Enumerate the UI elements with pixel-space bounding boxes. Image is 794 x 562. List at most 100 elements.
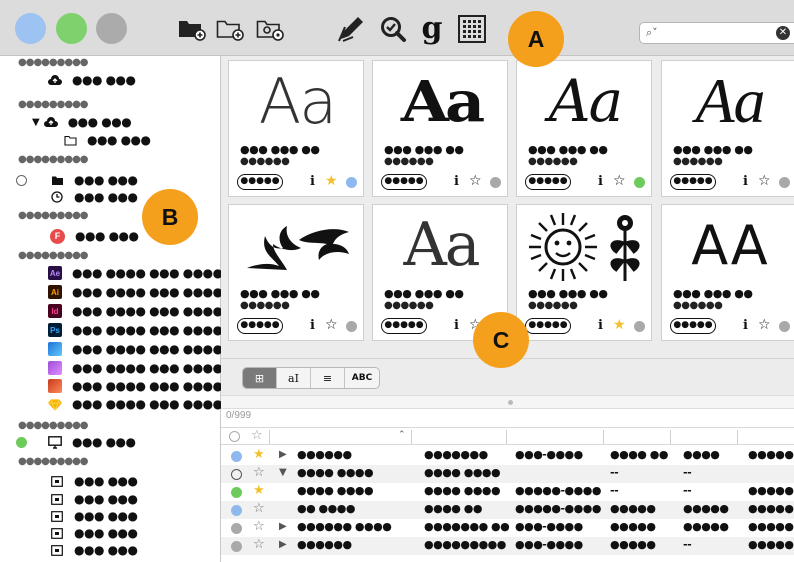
favorite-star-icon[interactable]: ☆ (758, 317, 771, 333)
table-row[interactable]: ☆ ●● ●●●● ●●●● ●● ●●●●●-●●●● ●●●●● ●●●●● ●●●●● (221, 501, 794, 519)
sidebar-item[interactable]: ●●● ●●● (48, 434, 136, 450)
activation-dot[interactable] (231, 487, 242, 498)
favorite-star-icon[interactable]: ★ (325, 173, 338, 189)
add-folder-button[interactable] (215, 14, 245, 44)
font-card[interactable]: Aa ●●● ●●● ●● ●●●●●● ●●●●● i ☆ (661, 60, 794, 197)
favorite-star-icon[interactable]: ★ (613, 317, 626, 333)
active-status-dot[interactable] (16, 437, 27, 448)
sidebar-item[interactable]: Ae ●●● ●●●● ●●● ●●●● (48, 265, 223, 281)
table-row[interactable]: ☆ ▼ ●●●● ●●●● ●●●● ●●●● -- -- (221, 465, 794, 483)
styles-pill-button[interactable]: ●●●●● (525, 318, 571, 334)
sidebar-item[interactable]: Id ●●● ●●●● ●●● ●●●● (48, 303, 223, 319)
info-icon[interactable]: i (598, 174, 603, 189)
pane-splitter[interactable] (221, 395, 794, 409)
text-view-button[interactable]: aI (277, 368, 311, 388)
favorite-star-icon[interactable]: ☆ (253, 501, 265, 516)
table-row[interactable]: ☆ ▶ ●●●●●● ●●●● ●●●●●●● ●● ●●●-●●●● ●●●●● ●●●●… (221, 519, 794, 537)
sidebar-item[interactable]: ●●● ●●●● ●●● ●●●● (48, 341, 223, 357)
favorite-star-icon[interactable]: ☆ (613, 173, 626, 189)
activation-circle[interactable] (16, 175, 27, 186)
clear-search-icon[interactable]: ✕ (776, 26, 790, 40)
folder-settings-button[interactable] (255, 14, 285, 44)
disclosure-triangle-icon[interactable]: ▼ (32, 117, 40, 128)
paragraph-view-button[interactable]: ≡ (311, 368, 345, 388)
info-icon[interactable]: i (743, 174, 748, 189)
favorite-star-icon[interactable]: ★ (253, 447, 265, 462)
disclosure-triangle-icon[interactable]: ▼ (279, 467, 287, 478)
font-card[interactable]: Aa ●●● ●●● ●● ●●●●●● ●●●●● i ☆ (516, 60, 652, 197)
disclosure-triangle-icon[interactable]: ▶ (279, 521, 287, 532)
activation-dot[interactable] (231, 469, 242, 480)
sidebar-item[interactable]: ●●● ●●● (50, 491, 138, 507)
styles-pill-button[interactable]: ●●●●● (525, 174, 571, 190)
activation-dot[interactable] (779, 177, 790, 188)
disclosure-triangle-icon[interactable]: ▶ (279, 539, 287, 550)
favorite-star-icon[interactable]: ☆ (469, 173, 482, 189)
new-folder-button[interactable] (177, 14, 207, 44)
activation-dot[interactable] (779, 321, 790, 332)
info-icon[interactable]: i (743, 318, 748, 333)
font-card[interactable]: ●●● ●●● ●● ●●●●●● ●●●●● i ☆ (228, 204, 364, 341)
sidebar-item[interactable]: ●●● ●●● (50, 172, 138, 188)
splitter-handle[interactable] (508, 400, 513, 405)
activation-dot[interactable] (231, 541, 242, 552)
sidebar-item[interactable]: ●●● ●●●● ●●● ●●●● (48, 378, 223, 394)
sidebar-item[interactable]: Ps ●●● ●●●● ●●● ●●●● (48, 322, 223, 338)
info-icon[interactable]: i (310, 174, 315, 189)
table-row[interactable]: ☆ ▶ ●●●●●● ●●●●●●●●● ●●●-●●●● ●●●●● -- ●●●●● (221, 537, 794, 555)
sidebar-item[interactable]: ●●● ●●● (50, 189, 138, 205)
glyphs-button[interactable]: g (418, 14, 446, 44)
favorite-star-icon[interactable]: ★ (253, 483, 265, 498)
activation-dot[interactable] (490, 177, 501, 188)
styles-pill-button[interactable]: ●●●●● (237, 318, 283, 334)
activation-dot[interactable] (346, 177, 357, 188)
activation-dot[interactable] (634, 177, 645, 188)
character-map-button[interactable] (456, 14, 487, 44)
sort-indicator-icon[interactable]: ⌃ (398, 430, 406, 440)
styles-pill-button[interactable]: ●●●●● (381, 174, 427, 190)
favorite-star-icon[interactable]: ☆ (253, 537, 265, 552)
favorite-star-icon[interactable]: ☆ (325, 317, 338, 333)
sidebar-item[interactable]: ●●● ●●● (50, 508, 138, 524)
sidebar-item[interactable]: ●●● ●●● (50, 525, 138, 541)
font-card[interactable]: AA ●●● ●●● ●● ●●●●●● ●●●●● i ☆ (661, 204, 794, 341)
favorite-column-header[interactable]: ☆ (251, 428, 263, 443)
info-icon[interactable]: i (598, 318, 603, 333)
sidebar-item[interactable]: ●●● ●●● (50, 542, 138, 558)
sidebar-item[interactable]: Ai ●●● ●●●● ●●● ●●●● (48, 284, 223, 300)
table-row[interactable]: ★ ▶ ●●●●●● ●●●●●●● ●●●-●●●● ●●●● ●● ●●●● ●●●●● (221, 447, 794, 465)
edit-tools-button[interactable] (336, 14, 368, 44)
favorite-star-icon[interactable]: ☆ (758, 173, 771, 189)
activation-dot[interactable] (346, 321, 357, 332)
favorite-star-icon[interactable]: ☆ (253, 465, 265, 480)
activation-column-header[interactable] (229, 431, 240, 442)
info-icon[interactable]: i (454, 174, 459, 189)
abc-view-button[interactable]: ABC (345, 368, 379, 388)
activation-dot[interactable] (231, 451, 242, 462)
font-card[interactable]: Aa ●●● ●●● ●● ●●●●●● ●●●●● i ☆ (372, 60, 508, 197)
activation-dot[interactable] (231, 505, 242, 516)
styles-pill-button[interactable]: ●●●●● (237, 174, 283, 190)
sidebar-item[interactable]: F ●●● ●●● (50, 228, 139, 244)
minimize-window-button[interactable] (56, 13, 87, 44)
sidebar-item[interactable]: ●●● ●●●● ●●● ●●●● (48, 396, 223, 412)
styles-pill-button[interactable]: ●●●●● (381, 318, 427, 334)
disclosure-triangle-icon[interactable]: ▶ (279, 449, 287, 460)
search-input[interactable]: ⌕˅ ✕ (639, 22, 794, 44)
info-icon[interactable]: i (310, 318, 315, 333)
sidebar-item[interactable]: ●●● ●●● (63, 132, 151, 148)
grid-view-button[interactable]: ⊞ (243, 368, 277, 388)
font-card[interactable]: ●●● ●●● ●● ●●●●●● ●●●●● i ★ (516, 204, 652, 341)
sidebar-item[interactable]: ●●● ●●● (48, 72, 136, 88)
zoom-window-button[interactable] (96, 13, 127, 44)
activation-dot[interactable] (634, 321, 645, 332)
favorite-star-icon[interactable]: ☆ (253, 519, 265, 534)
sidebar-item[interactable]: ●●● ●●● (50, 473, 138, 489)
styles-pill-button[interactable]: ●●●●● (670, 318, 716, 334)
table-row[interactable]: ★ ●●●● ●●●● ●●●● ●●●● ●●●●●-●●●● -- -- ●●●●● (221, 483, 794, 501)
close-window-button[interactable] (15, 13, 46, 44)
sidebar-item[interactable]: ▼ ●●● ●●● (32, 114, 132, 130)
font-card[interactable]: Aa ●●● ●●● ●● ●●●●●● ●●●●● i ★ (228, 60, 364, 197)
styles-pill-button[interactable]: ●●●●● (670, 174, 716, 190)
sidebar-item[interactable]: ●●● ●●●● ●●● ●●●● (48, 360, 223, 376)
